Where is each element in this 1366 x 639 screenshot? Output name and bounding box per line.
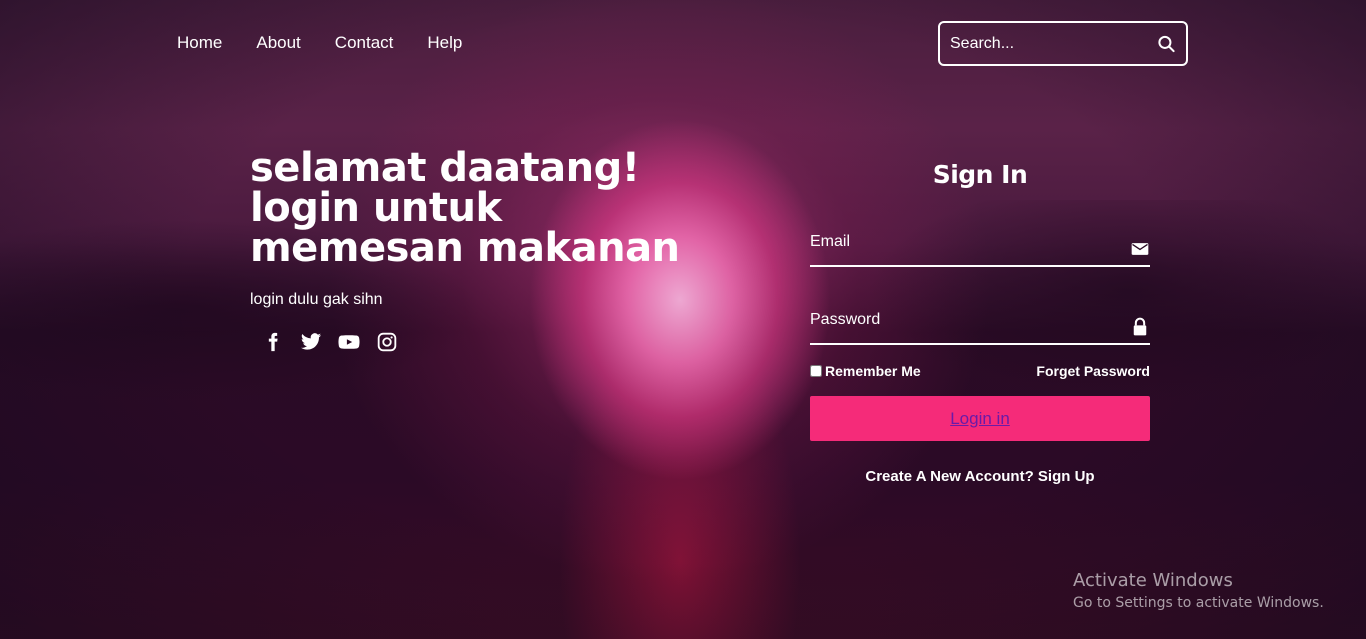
nav-help[interactable]: Help: [427, 33, 462, 53]
password-field-wrapper: [810, 289, 1150, 345]
forget-password-link[interactable]: Forget Password: [1036, 363, 1150, 379]
email-field[interactable]: [810, 211, 1150, 265]
search-input[interactable]: [950, 34, 1157, 53]
twitter-icon[interactable]: [300, 331, 322, 353]
signup-link[interactable]: Create A New Account? Sign Up: [810, 468, 1150, 485]
watermark-title: Activate Windows: [1073, 570, 1233, 591]
email-field-wrapper: [810, 211, 1150, 267]
lock-icon: [1133, 317, 1147, 336]
hero-title-line-1: selamat daatang!: [250, 145, 640, 191]
instagram-icon[interactable]: [376, 331, 398, 353]
remember-me[interactable]: Remember Me: [810, 363, 921, 379]
login-link[interactable]: Login in: [950, 409, 1010, 429]
hero-title-line-3: memesan makanan: [250, 225, 680, 271]
mail-icon: [1131, 243, 1149, 255]
hero: selamat daatang! login untuk memesan mak…: [250, 148, 680, 353]
background: [0, 0, 1366, 639]
top-nav: Home About Contact Help: [177, 33, 462, 53]
search-icon[interactable]: [1157, 34, 1176, 54]
nav-about[interactable]: About: [256, 33, 300, 53]
login-button[interactable]: Login in: [810, 396, 1150, 441]
signin-title: Sign In: [932, 160, 1028, 189]
remember-label: Remember Me: [825, 363, 921, 379]
search-box: [938, 21, 1188, 66]
signin-form: Sign In Remember Me Forget Password Logi…: [810, 160, 1150, 485]
watermark-subtitle: Go to Settings to activate Windows.: [1073, 595, 1324, 611]
hero-title-line-2: login untuk: [250, 185, 502, 231]
nav-contact[interactable]: Contact: [335, 33, 394, 53]
facebook-icon[interactable]: [262, 331, 284, 353]
youtube-icon[interactable]: [338, 331, 360, 353]
nav-home[interactable]: Home: [177, 33, 222, 53]
form-options-row: Remember Me Forget Password: [810, 363, 1150, 379]
hero-subtitle: login dulu gak sihn: [250, 291, 383, 308]
social-links: [262, 331, 680, 353]
windows-activation-watermark: Activate Windows Go to Settings to activ…: [1073, 570, 1324, 611]
password-field[interactable]: [810, 289, 1150, 343]
remember-checkbox[interactable]: [810, 365, 822, 377]
hero-title: selamat daatang! login untuk memesan mak…: [250, 148, 680, 268]
